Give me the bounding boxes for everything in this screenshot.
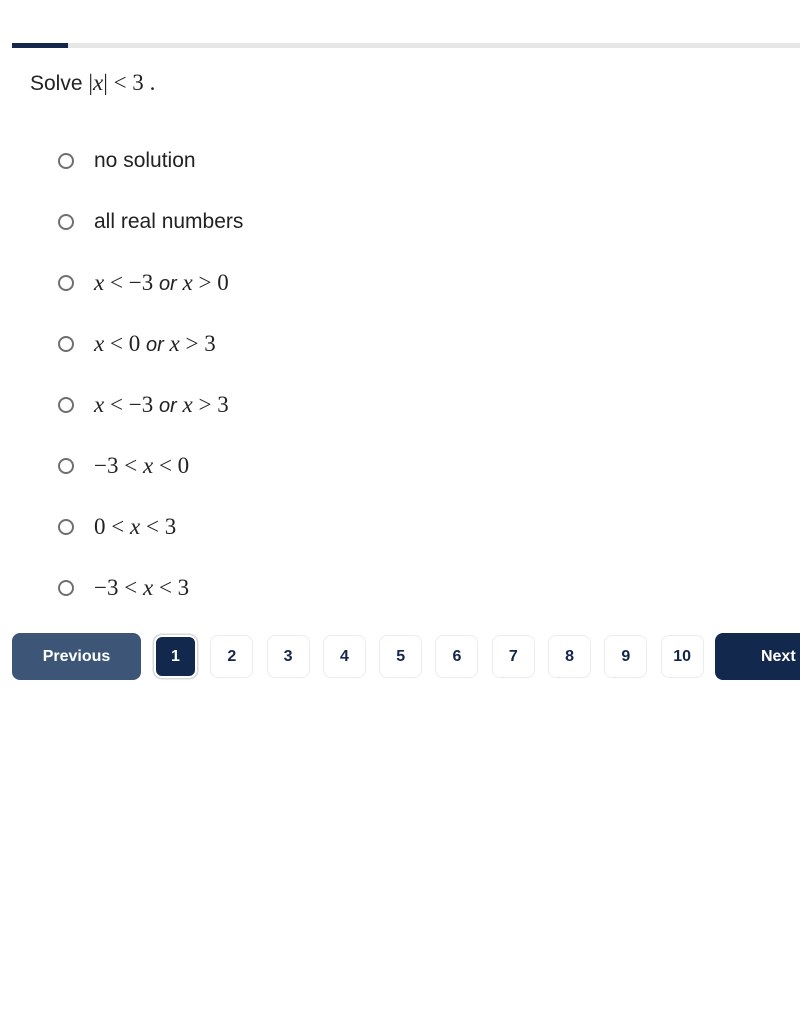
answer-option-label: all real numbers (94, 209, 244, 233)
answer-option-label: x < −3 or x > 0 (94, 269, 229, 295)
answer-option[interactable]: x < −3 or x > 3 (58, 374, 243, 435)
radio-button[interactable] (58, 579, 74, 596)
answer-option[interactable]: no solution (58, 130, 243, 191)
or-keyword: or (158, 272, 177, 295)
answer-option[interactable]: all real numbers (58, 191, 243, 252)
page-button-5[interactable]: 5 (379, 635, 423, 678)
question-suffix: . (149, 70, 156, 95)
radio-button[interactable] (58, 518, 74, 535)
progress-bar-fill (12, 43, 68, 48)
page-button-10[interactable]: 10 (660, 635, 704, 678)
answer-option[interactable]: −3 < x < 0 (58, 435, 243, 496)
answer-option-label: no solution (94, 148, 196, 172)
radio-button[interactable] (58, 213, 74, 230)
question-text: Solve |x| < 3 . (30, 70, 155, 96)
answer-option[interactable]: x < 0 or x > 3 (58, 313, 243, 374)
page-button-2[interactable]: 2 (210, 635, 254, 678)
page-button-6[interactable]: 6 (435, 635, 479, 678)
answer-option-label: x < −3 or x > 3 (94, 391, 229, 417)
answer-option-label: −3 < x < 0 (94, 452, 190, 478)
or-keyword: or (145, 333, 164, 356)
or-keyword: or (158, 394, 177, 417)
page-button-8[interactable]: 8 (548, 635, 592, 678)
page-button-3[interactable]: 3 (266, 635, 310, 678)
answer-options: no solution all real numbers x < −3 or x >… (58, 130, 243, 618)
answer-option-label: 0 < x < 3 (94, 513, 177, 539)
page-list: 1 2 3 4 5 6 7 8 9 10 (154, 635, 717, 678)
radio-button[interactable] (58, 396, 74, 413)
radio-button[interactable] (58, 152, 74, 169)
answer-option[interactable]: x < −3 or x > 0 (58, 252, 243, 313)
answer-option-label: −3 < x < 3 (94, 574, 190, 600)
question-prefix: Solve (30, 72, 83, 95)
page-button-9[interactable]: 9 (604, 635, 648, 678)
radio-button[interactable] (58, 274, 74, 291)
previous-button[interactable]: Previous (12, 633, 141, 680)
radio-button[interactable] (58, 457, 74, 474)
answer-option-label: x < 0 or x > 3 (94, 330, 216, 356)
pagination: Previous 1 2 3 4 5 6 7 8 9 10 Next (12, 633, 800, 680)
answer-option[interactable]: −3 < x < 3 (58, 557, 243, 618)
radio-button[interactable] (58, 335, 74, 352)
page-button-7[interactable]: 7 (491, 635, 535, 678)
next-button[interactable]: Next (714, 633, 800, 680)
progress-bar (12, 43, 800, 48)
page-button-1[interactable]: 1 (154, 635, 197, 678)
page-button-4[interactable]: 4 (322, 635, 366, 678)
question-expression: |x| < 3 (88, 70, 144, 95)
answer-option[interactable]: 0 < x < 3 (58, 496, 243, 557)
